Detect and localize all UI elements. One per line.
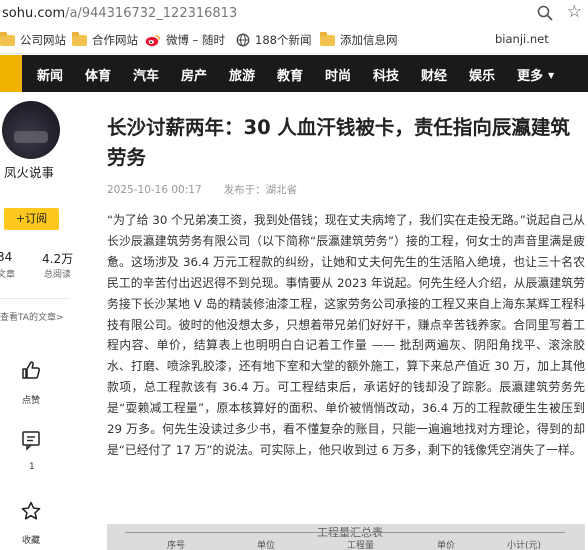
- read-count-label: 总阅读: [44, 270, 72, 280]
- sohu-logo[interactable]: [0, 55, 22, 92]
- bookmark-label: 公司网站: [20, 33, 66, 47]
- url-path: /a/944316732_122316813: [65, 5, 238, 21]
- publish-date: 2025-10-16 00:17: [107, 184, 202, 196]
- author-name[interactable]: 凤火说事: [4, 162, 54, 181]
- article-count: 34: [0, 250, 13, 264]
- article-title: 长沙讨薪两年：30 人血汗钱被卡，责任指向辰瀛建筑劳务: [107, 116, 570, 169]
- globe-icon: [236, 33, 250, 47]
- nav-item-entertainment[interactable]: 娱乐: [469, 65, 495, 84]
- nav-item-sports[interactable]: 体育: [85, 65, 111, 84]
- nav-item-news[interactable]: 新闻: [37, 65, 63, 84]
- image-cell: 小计(元): [507, 541, 542, 550]
- read-count: 4.2万: [42, 252, 74, 266]
- bookmark-partner-site[interactable]: 合作网站: [72, 31, 138, 48]
- zoom-icon[interactable]: [536, 4, 554, 22]
- nav-item-auto[interactable]: 汽车: [133, 65, 159, 84]
- bookmark-label: 微博 – 随时: [166, 33, 226, 47]
- avatar[interactable]: [2, 101, 60, 159]
- nav-item-house[interactable]: 房产: [181, 65, 207, 84]
- bookmark-weibo[interactable]: 微博 – 随时: [145, 32, 225, 48]
- image-cell: 序号: [167, 541, 186, 550]
- url-text[interactable]: sohu.com/a/944316732_122316813: [0, 6, 237, 21]
- favorite-label: 收藏: [22, 536, 41, 546]
- address-bar[interactable]: sohu.com/a/944316732_122316813 ☆: [0, 0, 588, 26]
- folder-icon: [72, 31, 87, 46]
- bookmark-label: 合作网站: [92, 33, 138, 47]
- like-label: 点赞: [22, 396, 41, 406]
- follow-button[interactable]: +订阅: [4, 208, 59, 230]
- comment-icon[interactable]: [20, 429, 42, 451]
- bookmark-star-icon[interactable]: ☆: [567, 2, 582, 22]
- nav-item-more[interactable]: 更多 ▼: [517, 65, 554, 84]
- nav-item-travel[interactable]: 旅游: [229, 65, 255, 84]
- bookmark-label: 188个新闻: [255, 33, 312, 47]
- article-paragraph: “为了给 30 个兄弟凑工资，我到处借钱；现在丈夫病垮了，我们实在走投无路。”说…: [107, 213, 585, 457]
- divider: [0, 298, 70, 299]
- image-table-lines: [125, 532, 565, 550]
- avatar-image: [14, 131, 48, 143]
- image-cell: 工程量: [347, 541, 375, 550]
- bookmarks-bar: 公司网站 合作网站 微博 – 随时 188个新闻 添加信息网 bianji.ne…: [0, 26, 588, 54]
- bookmark-label: 添加信息网: [340, 33, 398, 47]
- bookmark-news188[interactable]: 188个新闻: [236, 32, 311, 48]
- nav-item-tech[interactable]: 科技: [373, 65, 399, 84]
- article-count-label: 文章: [0, 270, 16, 280]
- nav-more-label: 更多: [517, 69, 544, 84]
- article-image[interactable]: 工程量汇总表 序号 单位 工程量 单价 小计(元): [107, 524, 585, 550]
- publish-location: 发布于：湖北省: [223, 184, 298, 196]
- nav-item-fashion[interactable]: 时尚: [325, 65, 351, 84]
- chevron-down-icon: ▼: [548, 71, 555, 80]
- bookmark-company-site[interactable]: 公司网站: [0, 31, 66, 48]
- thumbs-up-icon[interactable]: [20, 359, 42, 381]
- folder-icon: [320, 31, 335, 46]
- comment-count: 1: [29, 462, 35, 472]
- star-icon[interactable]: [20, 500, 42, 522]
- all-articles-link[interactable]: 查看TA的文章>: [0, 310, 64, 323]
- image-cell: 单位: [257, 541, 276, 550]
- site-nav: 新闻 体育 汽车 房产 旅游 教育 时尚 科技 财经 娱乐 更多 ▼: [0, 55, 588, 92]
- image-cell: 单价: [437, 541, 456, 550]
- bookmark-label: bianji.net: [495, 32, 549, 46]
- article-meta: 2025-10-16 00:17 发布于：湖北省: [107, 182, 297, 197]
- url-host: sohu.com: [2, 5, 66, 21]
- weibo-icon: [145, 34, 161, 47]
- bookmark-bianji[interactable]: bianji.net: [495, 32, 549, 46]
- folder-icon: [0, 31, 15, 46]
- nav-item-finance[interactable]: 财经: [421, 65, 447, 84]
- bookmark-add-info[interactable]: 添加信息网: [320, 31, 398, 48]
- nav-item-education[interactable]: 教育: [277, 65, 303, 84]
